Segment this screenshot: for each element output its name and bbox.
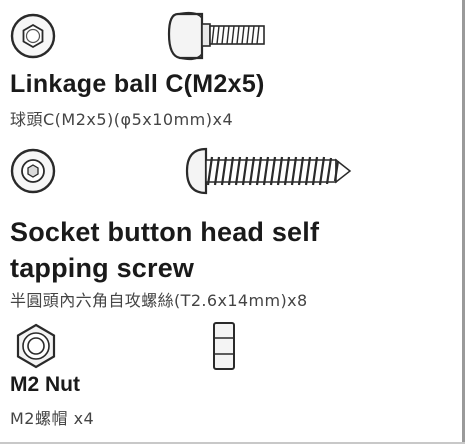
parts-list-page: Linkage ball C(M2x5) 球頭C(M2x5)(φ5x10mm)x…	[0, 0, 465, 444]
linkage-ball-side-view-icon	[167, 11, 265, 61]
item-title: Linkage ball C(M2x5)	[10, 70, 265, 98]
item-subtitle: 半圓頭內六角自攻螺絲(T2.6x14mm)x8	[10, 291, 308, 310]
hex-nut-top-view-icon	[16, 323, 56, 369]
item-title: M2 Nut	[10, 373, 80, 396]
item-title: Socket button head self tapping screw	[10, 214, 319, 286]
screw-head-top-view-icon	[10, 148, 56, 194]
self-tapping-screw-side-view-icon	[185, 147, 352, 195]
hex-nut-side-view-icon	[213, 322, 235, 370]
item-title-line-1: Socket button head self	[10, 217, 320, 247]
item-subtitle: 球頭C(M2x5)(φ5x10mm)x4	[10, 110, 234, 129]
item-title-line-2: tapping screw	[10, 253, 195, 283]
item-subtitle: M2螺帽 x4	[10, 409, 95, 428]
linkage-ball-end-view-icon	[10, 13, 56, 59]
